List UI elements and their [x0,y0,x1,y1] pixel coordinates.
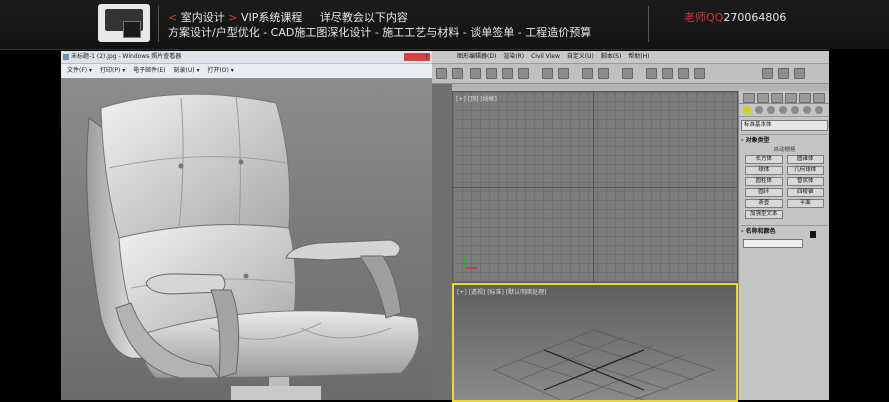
motion-tab-icon[interactable] [785,93,797,103]
primitive-type-dropdown[interactable]: 标准基本体 [741,120,828,131]
undo-icon[interactable] [436,68,447,79]
app-icon [63,54,69,60]
hierarchy-tab-icon[interactable] [771,93,783,103]
photo-viewer-menubar: 文件(F) ▾ 打印(P) ▾ 电子邮件(E) 刻录(U) ▾ 打开(O) ▾ … [61,54,432,79]
menu-civil-view[interactable]: Civil View [531,53,560,60]
pyramid-button[interactable]: 四棱锥 [786,188,824,197]
rollout-object-type[interactable]: - 对象类型 [741,134,828,146]
utilities-tab-icon[interactable] [813,93,825,103]
menu-burn[interactable]: 刻录(U) ▾ [174,67,200,74]
3dsmax-window: 图形编辑器(D) 渲染(R) Civil View 自定义(U) 脚本(S) 帮… [432,51,830,402]
teapot-render-icon[interactable] [762,68,773,79]
shapes-icon[interactable] [755,106,763,114]
right-margin [829,49,889,400]
photo-viewer-window: 未标题-1 (2).jpg - Windows 照片查看器 文件(F) ▾ 打印… [61,51,432,400]
object-type-buttons: 长方体 圆锥体 球体 几何球体 圆柱体 管状体 圆环 四棱锥 茶壶 平面 加强型… [739,155,830,219]
max-menubar: 图形编辑器(D) 渲染(R) Civil View 自定义(U) 脚本(S) 帮… [432,51,829,64]
plane-button[interactable]: 平面 [786,199,824,208]
menu-graph-editors[interactable]: 图形编辑器(D) [457,53,496,60]
snap-icon[interactable] [542,68,553,79]
divider [648,6,649,42]
redo-icon[interactable] [452,68,463,79]
render-setup-icon[interactable] [662,68,673,79]
course-item-detail: 详尽教会以下内容 [319,11,408,24]
scale-icon[interactable] [518,68,529,79]
teapot-button[interactable]: 茶壶 [745,199,783,208]
office-chair-illustration [86,93,420,400]
menu-customize[interactable]: 自定义(U) [567,53,594,60]
teacher-qq: 老师QQ270064806 [684,11,787,24]
display-tab-icon[interactable] [799,93,811,103]
logo-devices-icon [98,4,150,42]
main-toolbar [432,64,829,84]
geosphere-button[interactable]: 几何球体 [786,166,824,175]
lights-icon[interactable] [767,106,775,114]
axis-gizmo-icon [464,256,477,269]
sphere-button[interactable]: 球体 [745,166,783,175]
menu-email[interactable]: 电子邮件(E) [133,67,165,74]
command-panel: 标准基本体 - 对象类型 自动栅格 长方体 圆锥体 球体 几何球体 圆柱体 管状… [738,91,830,400]
align-icon[interactable] [598,68,609,79]
menu-file[interactable]: 文件(F) ▾ [67,67,92,74]
viewport-left-strip [432,84,452,400]
perspective-grid [493,329,715,400]
create-tab-icon[interactable] [743,93,755,103]
menu-print[interactable]: 打印(P) ▾ [100,67,125,74]
command-panel-tabs [739,91,830,104]
render-icon[interactable] [694,68,705,79]
photo-viewer-titlebar: 未标题-1 (2).jpg - Windows 照片查看器 [61,51,432,64]
object-color-swatch[interactable] [810,231,816,238]
helpers-icon[interactable] [791,106,799,114]
chair-render-image [61,78,432,400]
geometry-icon[interactable] [743,106,751,114]
object-name-field[interactable] [743,239,803,248]
cone-button[interactable]: 圆锥体 [786,155,824,164]
teapot-iterative-icon[interactable] [794,68,805,79]
systems-icon[interactable] [815,106,823,114]
top-banner: < 室内设计 > VIP系统课程 详尽教会以下内容 方案设计/户型优化 - CA… [0,0,889,50]
angle-snap-icon[interactable] [558,68,569,79]
viewport-label[interactable]: [+] [顶] [线框] [456,94,497,103]
create-category-row [739,104,830,117]
banner-topics-line: 方案设计/户型优化 - CAD施工图深化设计 - 施工工艺与材料 - 谈单签单 … [168,26,592,39]
viewport-top[interactable]: [+] [顶] [线框] [452,91,738,283]
render-frame-icon[interactable] [678,68,689,79]
rotate-icon[interactable] [502,68,513,79]
teapot-production-icon[interactable] [778,68,789,79]
tube-button[interactable]: 管状体 [786,177,824,186]
spacewarps-icon[interactable] [803,106,811,114]
divider [158,6,159,42]
course-item-vip: VIP系统课程 [240,11,303,24]
layer-icon[interactable] [622,68,633,79]
torus-button[interactable]: 圆环 [745,188,783,197]
name-color-row [739,231,830,248]
window-title: 未标题-1 (2).jpg - Windows 照片查看器 [71,53,182,60]
banner-course-line: < 室内设计 > VIP系统课程 详尽教会以下内容 [168,11,408,24]
menu-open[interactable]: 打开(O) ▾ [207,67,233,74]
menu-scripting[interactable]: 脚本(S) [601,53,622,60]
help-icon[interactable]: ? [425,51,428,65]
menu-help[interactable]: 帮助(H) [628,53,649,60]
modify-tab-icon[interactable] [757,93,769,103]
box-button[interactable]: 长方体 [745,155,783,164]
viewport-perspective[interactable]: [+] [透视] [标准] [默认明暗处理] [452,283,738,402]
cameras-icon[interactable] [779,106,787,114]
select-icon[interactable] [470,68,481,79]
autogrid-checkbox[interactable]: 自动栅格 [739,146,830,155]
tablet-icon [123,21,141,38]
course-item-interior: 室内设计 [180,11,225,24]
cylinder-button[interactable]: 圆柱体 [745,177,783,186]
textplus-button[interactable]: 加强型文本 [745,210,783,219]
mirror-icon[interactable] [582,68,593,79]
menu-rendering[interactable]: 渲染(R) [503,53,524,60]
material-editor-icon[interactable] [646,68,657,79]
move-icon[interactable] [486,68,497,79]
